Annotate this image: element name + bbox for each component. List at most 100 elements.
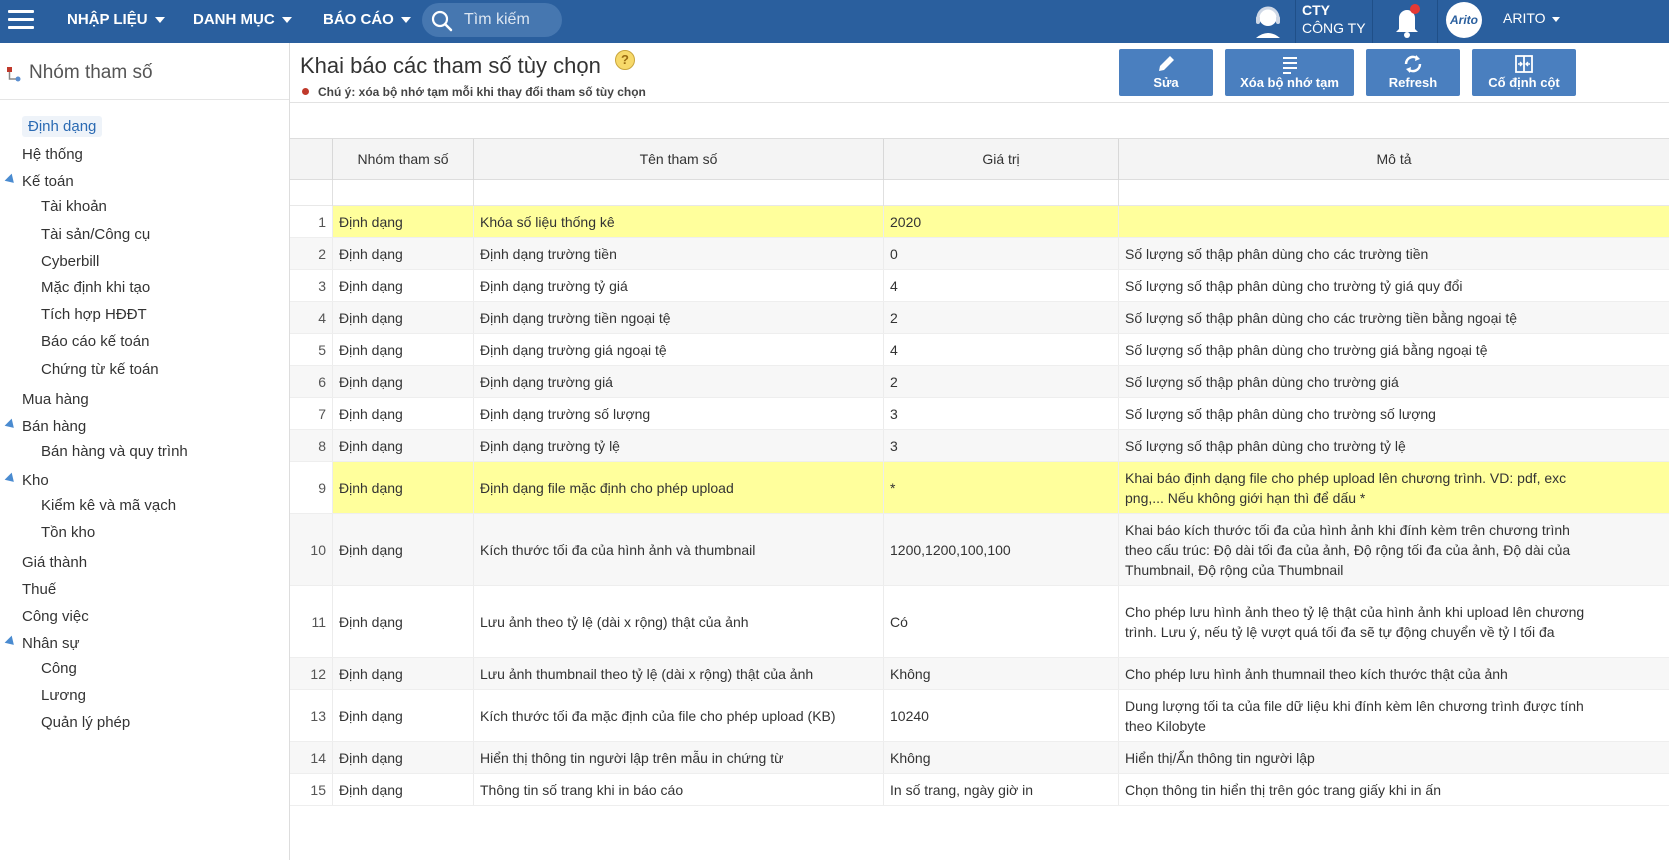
search-box[interactable]: Tìm kiếm bbox=[422, 3, 562, 37]
cell-name[interactable]: Kích thước tối đa mặc định của file cho … bbox=[473, 690, 883, 741]
tree-item-ban-hang[interactable]: Bán hàng bbox=[22, 418, 86, 435]
menu-nhap-lieu[interactable]: NHẬP LIỆU bbox=[67, 0, 165, 43]
menu-danh-muc[interactable]: DANH MỤC bbox=[193, 0, 292, 43]
tree-item-chung-tu[interactable]: Chứng từ kế toán bbox=[41, 361, 159, 378]
table-row[interactable]: 6 Định dạng Định dạng trường giá 2 Số lượng … bbox=[290, 366, 1669, 398]
cell-value[interactable]: Không bbox=[883, 658, 1118, 689]
cell-description[interactable]: Số lượng số thập phân dùng cho trường số… bbox=[1118, 398, 1669, 429]
tree-item-ke-toan[interactable]: Kế toán bbox=[22, 173, 74, 190]
cell-name[interactable]: Định dạng file mặc định cho phép upload bbox=[473, 462, 883, 513]
cell-group[interactable]: Định dạng bbox=[332, 742, 473, 773]
cell-description[interactable]: Cho phép lưu hình ảnh theo tỷ lệ thật củ… bbox=[1118, 586, 1669, 657]
cell-group[interactable]: Định dạng bbox=[332, 238, 473, 269]
menu-bao-cao[interactable]: BÁO CÁO bbox=[323, 0, 411, 43]
tree-item-nhan-su[interactable]: Nhân sự bbox=[22, 635, 80, 652]
freeze-columns-button[interactable]: Cố định cột bbox=[1472, 49, 1576, 96]
column-header-value[interactable]: Giá trị bbox=[883, 139, 1118, 180]
cell-name[interactable]: Định dạng trường tỷ lệ bbox=[473, 430, 883, 461]
cell-value[interactable]: 2 bbox=[883, 302, 1118, 333]
cell-description[interactable]: Số lượng số thập phân dùng cho trường tỷ… bbox=[1118, 270, 1669, 301]
expand-icon[interactable] bbox=[4, 635, 18, 649]
tree-item-tich-hop[interactable]: Tích hợp HĐĐT bbox=[41, 306, 147, 323]
table-row[interactable]: 5 Định dạng Định dạng trường giá ngoại tệ 4… bbox=[290, 334, 1669, 366]
table-row[interactable]: 2 Định dạng Định dạng trường tiền 0 Số lượng… bbox=[290, 238, 1669, 270]
user-menu[interactable]: ARITO bbox=[1503, 10, 1560, 26]
cell-description[interactable]: Số lượng số thập phân dùng cho trường tỷ… bbox=[1118, 430, 1669, 461]
expand-icon[interactable] bbox=[4, 173, 18, 187]
cell-description[interactable] bbox=[1118, 206, 1669, 237]
table-row[interactable]: 12 Định dạng Lưu ảnh thumbnail theo tỷ lệ … bbox=[290, 658, 1669, 690]
cell-description[interactable]: Hiển thị/Ẩn thông tin người lập bbox=[1118, 742, 1669, 773]
tree-item-tai-khoan[interactable]: Tài khoản bbox=[41, 198, 107, 215]
column-header-description[interactable]: Mô tả bbox=[1118, 139, 1669, 180]
table-row[interactable]: 8 Định dạng Định dạng trường tỷ lệ 3 Số lượn… bbox=[290, 430, 1669, 462]
cell-group[interactable]: Định dạng bbox=[332, 398, 473, 429]
table-row[interactable]: 3 Định dạng Định dạng trường tỷ giá 4 Số lượ… bbox=[290, 270, 1669, 302]
cell-description[interactable]: Cho phép lưu hình ảnh thumnail theo kích… bbox=[1118, 658, 1669, 689]
cell-name[interactable]: Định dạng trường tiền bbox=[473, 238, 883, 269]
cell-group[interactable]: Định dạng bbox=[332, 334, 473, 365]
cell-value[interactable]: 1200,1200,100,100 bbox=[883, 514, 1118, 585]
company-selector[interactable]: CTY CÔNG TY bbox=[1302, 1, 1366, 37]
tree-item-ban-hang-quy-trinh[interactable]: Bán hàng và quy trình bbox=[41, 443, 188, 460]
table-row[interactable]: 7 Định dạng Định dạng trường số lượng 3 Số l… bbox=[290, 398, 1669, 430]
tree-item-thue[interactable]: Thuế bbox=[22, 581, 56, 598]
cell-value[interactable]: 4 bbox=[883, 334, 1118, 365]
cell-value[interactable]: 2 bbox=[883, 366, 1118, 397]
tree-item-kho[interactable]: Kho bbox=[22, 472, 49, 489]
cell-name[interactable]: Kích thước tối đa của hình ảnh và thumbn… bbox=[473, 514, 883, 585]
column-header-name[interactable]: Tên tham số bbox=[473, 139, 883, 180]
cell-value[interactable]: 2020 bbox=[883, 206, 1118, 237]
tree-item-mac-dinh[interactable]: Mặc định khi tạo bbox=[41, 279, 150, 296]
cell-value[interactable]: * bbox=[883, 462, 1118, 513]
cell-name[interactable]: Định dạng trường tỷ giá bbox=[473, 270, 883, 301]
cell-value[interactable]: 3 bbox=[883, 398, 1118, 429]
tree-item-tai-san[interactable]: Tài sản/Công cụ bbox=[41, 226, 150, 243]
table-row[interactable]: 15 Định dạng Thông tin số trang khi in báo… bbox=[290, 774, 1669, 806]
cell-value[interactable]: 0 bbox=[883, 238, 1118, 269]
cell-value[interactable]: In số trang, ngày giờ in bbox=[883, 774, 1118, 805]
cell-name[interactable]: Định dạng trường giá bbox=[473, 366, 883, 397]
cell-group[interactable]: Định dạng bbox=[332, 690, 473, 741]
column-header-group[interactable]: Nhóm tham số bbox=[332, 139, 473, 180]
cell-name[interactable]: Lưu ảnh thumbnail theo tỷ lệ (dài x rộng… bbox=[473, 658, 883, 689]
cell-description[interactable]: Khai báo kích thước tối đa của hình ảnh … bbox=[1118, 514, 1669, 585]
cell-description[interactable]: Số lượng số thập phân dùng cho trường gi… bbox=[1118, 366, 1669, 397]
cell-group[interactable]: Định dạng bbox=[332, 302, 473, 333]
table-row[interactable]: 1 Định dạng Khóa số liệu thống kê 2020 bbox=[290, 206, 1669, 238]
cell-value[interactable]: Có bbox=[883, 586, 1118, 657]
edit-button[interactable]: Sửa bbox=[1119, 49, 1213, 96]
tree-item-kiem-ke[interactable]: Kiểm kê và mã vạch bbox=[41, 497, 176, 514]
cell-description[interactable]: Dung lượng tối ta của file dữ liệu khi đ… bbox=[1118, 690, 1669, 741]
table-row[interactable]: 10 Định dạng Kích thước tối đa của hình ản… bbox=[290, 514, 1669, 586]
cell-description[interactable]: Khai báo định dạng file cho phép upload … bbox=[1118, 462, 1669, 513]
cell-group[interactable]: Định dạng bbox=[332, 366, 473, 397]
table-row[interactable]: 14 Định dạng Hiển thị thông tin người lập … bbox=[290, 742, 1669, 774]
refresh-button[interactable]: Refresh bbox=[1366, 49, 1460, 96]
cell-description[interactable]: Chọn thông tin hiển thị trên góc trang g… bbox=[1118, 774, 1669, 805]
cell-name[interactable]: Định dạng trường tiền ngoại tệ bbox=[473, 302, 883, 333]
cell-name[interactable]: Định dạng trường giá ngoại tệ bbox=[473, 334, 883, 365]
cell-group[interactable]: Định dạng bbox=[332, 206, 473, 237]
cell-description[interactable]: Số lượng số thập phân dùng cho trường gi… bbox=[1118, 334, 1669, 365]
cell-description[interactable]: Số lượng số thập phân dùng cho các trườn… bbox=[1118, 302, 1669, 333]
cell-name[interactable]: Định dạng trường số lượng bbox=[473, 398, 883, 429]
menu-icon[interactable] bbox=[8, 10, 34, 32]
avatar[interactable]: Arito bbox=[1446, 2, 1482, 38]
cell-group[interactable]: Định dạng bbox=[332, 586, 473, 657]
tree-item-quan-ly-phep[interactable]: Quản lý phép bbox=[41, 714, 130, 731]
cell-value[interactable]: 10240 bbox=[883, 690, 1118, 741]
filter-value-input[interactable] bbox=[883, 180, 1118, 206]
tree-item-he-thong[interactable]: Hệ thống bbox=[22, 146, 83, 163]
cell-group[interactable]: Định dạng bbox=[332, 270, 473, 301]
cell-name[interactable]: Thông tin số trang khi in báo cáo bbox=[473, 774, 883, 805]
cell-value[interactable]: 4 bbox=[883, 270, 1118, 301]
tree-item-cong-viec[interactable]: Công việc bbox=[22, 608, 89, 625]
cell-name[interactable]: Khóa số liệu thống kê bbox=[473, 206, 883, 237]
table-row[interactable]: 11 Định dạng Lưu ảnh theo tỷ lệ (dài x rộn… bbox=[290, 586, 1669, 658]
cell-group[interactable]: Định dạng bbox=[332, 462, 473, 513]
cell-group[interactable]: Định dạng bbox=[332, 658, 473, 689]
tree-item-dinh-dang[interactable]: Định dạng bbox=[22, 116, 103, 137]
cell-group[interactable]: Định dạng bbox=[332, 774, 473, 805]
clear-cache-button[interactable]: Xóa bộ nhớ tạm bbox=[1225, 49, 1354, 96]
